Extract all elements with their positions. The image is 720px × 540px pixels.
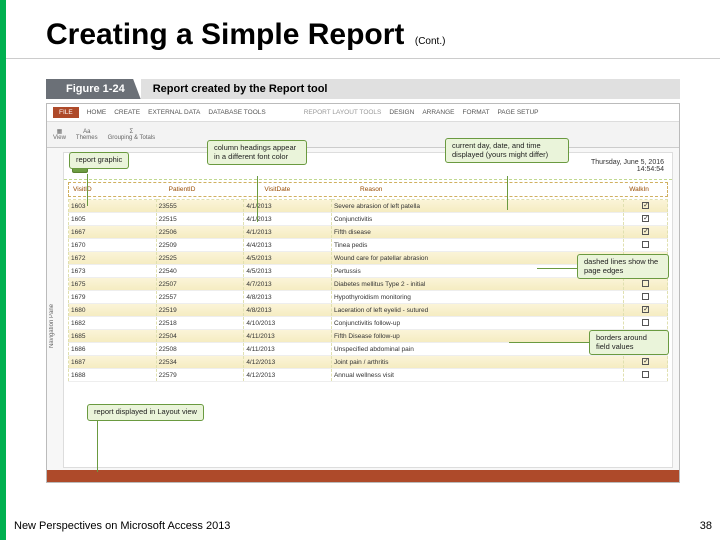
report-time: 14:54:54 — [591, 166, 664, 173]
table-row: 1687225344/12/2013Joint pain / arthritis — [69, 356, 668, 369]
footer-text: New Perspectives on Microsoft Access 201… — [14, 520, 230, 532]
tab-external-data[interactable]: EXTERNAL DATA — [148, 109, 200, 116]
callout-line — [87, 174, 88, 206]
access-screenshot: FILE HOME CREATE EXTERNAL DATA DATABASE … — [46, 103, 680, 483]
callout-report-graphic: report graphic — [69, 152, 129, 169]
tab-home[interactable]: HOME — [87, 109, 107, 116]
callout-line — [97, 418, 98, 472]
callout-line — [537, 268, 577, 269]
table-row: 1685225044/11/2013Fifth Disease follow-u… — [69, 330, 668, 343]
slide-title: Creating a Simple Report — [46, 18, 404, 51]
table-row: 1667225064/1/2013Fifth disease — [69, 226, 668, 239]
col-reason: Reason — [360, 186, 615, 193]
status-bar — [47, 470, 679, 482]
figure-number: Figure 1-24 — [46, 79, 141, 99]
col-walkin: WalkIn — [615, 186, 663, 193]
callout-dashed-lines: dashed lines show the page edges — [577, 254, 669, 279]
tab-create[interactable]: CREATE — [114, 109, 140, 116]
col-visitdate: VisitDate — [264, 186, 360, 193]
ribbon-body: ▦View AaThemes ΣGrouping & Totals — [47, 122, 679, 148]
report-date: Thursday, June 5, 2016 — [591, 159, 664, 166]
table-row: 1603235554/1/2013Severe abrasion of left… — [69, 200, 668, 213]
table-row: 1679225574/8/2013Hypothyroidism monitori… — [69, 291, 668, 304]
col-patientid: PatientID — [169, 186, 265, 193]
tab-design[interactable]: DESIGN — [389, 109, 414, 116]
tab-format[interactable]: FORMAT — [462, 109, 489, 116]
table-row: 1675225074/7/2013Diabetes mellitus Type … — [69, 278, 668, 291]
report-data-table: 1603235554/1/2013Severe abrasion of left… — [68, 199, 668, 382]
table-row: 1686225084/11/2013Unspecified abdominal … — [69, 343, 668, 356]
tab-page-setup[interactable]: PAGE SETUP — [497, 109, 538, 116]
file-tab[interactable]: FILE — [53, 107, 79, 118]
column-headers: VisitID PatientID VisitDate Reason WalkI… — [68, 182, 668, 197]
contextual-group: REPORT LAYOUT TOOLS — [304, 109, 382, 116]
figure-caption: Report created by the Report tool — [141, 79, 680, 99]
table-row: 1680225194/8/2013Laceration of left eyel… — [69, 304, 668, 317]
callout-line — [509, 342, 589, 343]
callout-line — [507, 176, 508, 210]
callout-line — [257, 176, 258, 222]
table-row: 1670225094/4/2013Tinea pedis — [69, 239, 668, 252]
callout-layout-view: report displayed in Layout view — [87, 404, 204, 421]
tab-database-tools[interactable]: DATABASE TOOLS — [208, 109, 265, 116]
ribbon-group-grouping[interactable]: ΣGrouping & Totals — [108, 129, 156, 141]
callout-borders: borders around field values — [589, 330, 669, 355]
table-row: 1605225154/1/2013Conjunctivitis — [69, 213, 668, 226]
figure-header: Figure 1-24 Report created by the Report… — [46, 79, 680, 99]
table-row: 1688225794/12/2013Annual wellness visit — [69, 369, 668, 382]
tab-arrange[interactable]: ARRANGE — [422, 109, 454, 116]
page-number: 38 — [700, 520, 712, 532]
navigation-pane-label[interactable]: Navigation Pane — [49, 304, 55, 348]
callout-current-day: current day, date, and time displayed (y… — [445, 138, 569, 163]
ribbon-group-view[interactable]: ▦View — [53, 128, 66, 141]
ribbon-group-themes[interactable]: AaThemes — [76, 129, 98, 141]
callout-column-headings: column headings appear in a different fo… — [207, 140, 307, 165]
table-row: 1682225184/10/2013Conjunctivitis follow-… — [69, 317, 668, 330]
slide-continuation: (Cont.) — [415, 36, 446, 47]
ribbon-tabs: FILE HOME CREATE EXTERNAL DATA DATABASE … — [47, 104, 679, 122]
